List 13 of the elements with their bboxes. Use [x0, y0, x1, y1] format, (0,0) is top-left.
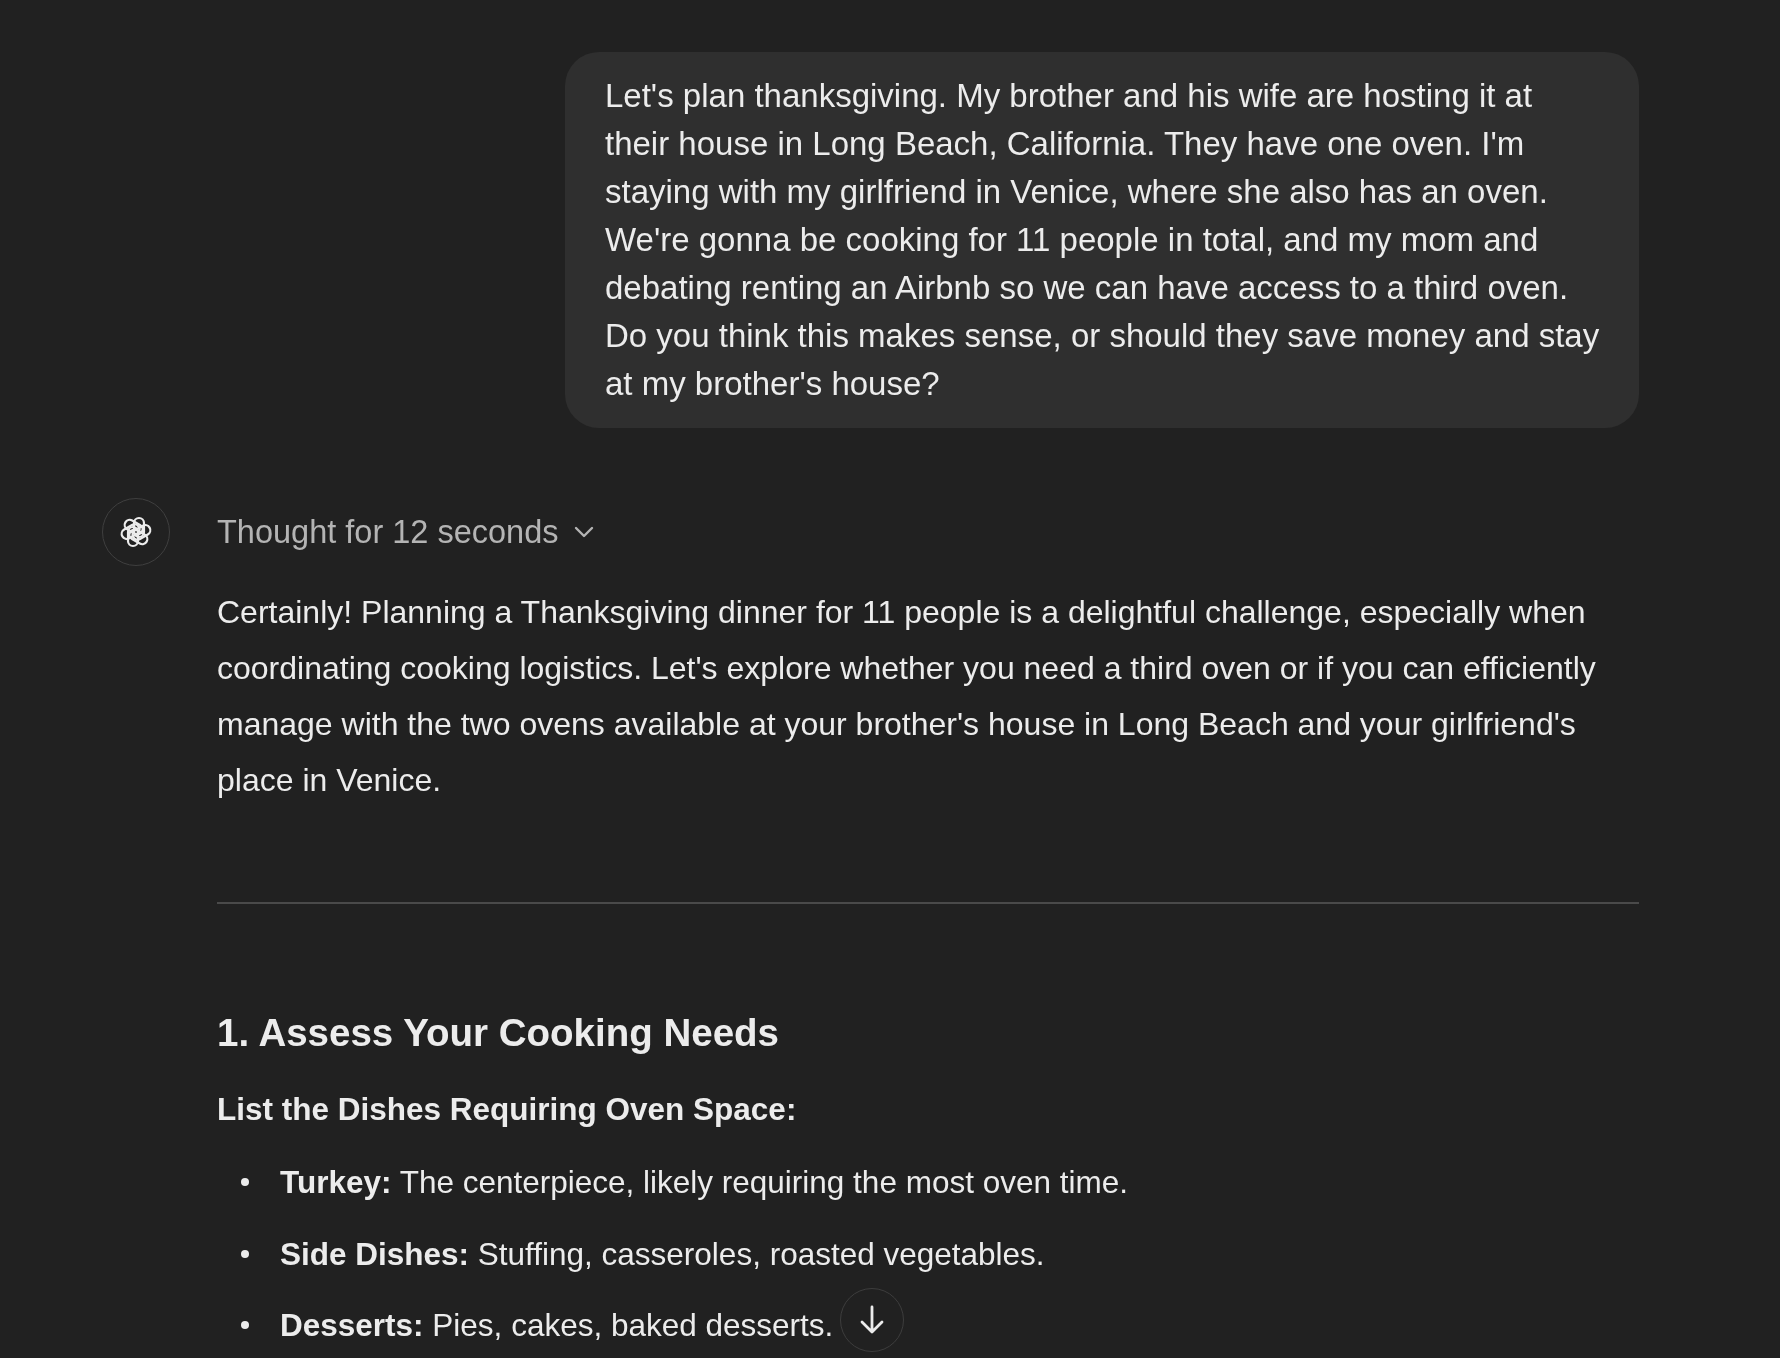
list-item-text: Side Dishes: Stuffing, casseroles, roasted vegetables.	[280, 1234, 1045, 1274]
bullet-icon	[241, 1178, 249, 1186]
list-item-text: Turkey: The centerpiece, likely requiring the most oven time.	[280, 1163, 1128, 1202]
bullet-icon	[241, 1321, 249, 1329]
response-paragraph: Certainly! Planning a Thanksgiving dinner for 11 people is a delightful challenge, especially when coordinating cooking logistics. Let's explore whether you need a third oven or if you can efficiently manage with the two ovens available at your brother's house in Long Beach and your girlfriend's place in Venice.	[217, 593, 1597, 800]
thought-toggle[interactable]: Thought for 12 seconds	[217, 512, 595, 552]
knot-logo-icon	[102, 498, 170, 566]
list-item-text: Desserts: Pies, cakes, baked desserts.	[280, 1306, 834, 1345]
user-message-bubble: Let's plan thanksgiving. My brother and his wife are hosting it at their house in Long Beach, California. They have one oven. I'm staying with my girlfriend in Venice, where she also has an oven. We're gonna be cooking for 11 people in total, and my mom and debating renting an Airbnb so we can have access to a third oven. Do you think this makes sense, or should they save money and stay at my brother's house?	[565, 52, 1639, 428]
section-heading: 1. Assess Your Cooking Needs	[217, 1011, 779, 1055]
arrow-down-icon	[859, 1305, 885, 1335]
bullet-icon	[241, 1249, 249, 1258]
list-heading: List the Dishes Requiring Oven Space:	[217, 1090, 797, 1129]
